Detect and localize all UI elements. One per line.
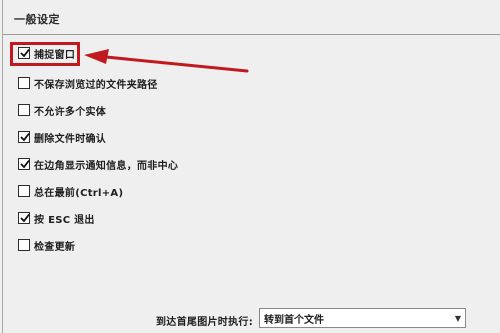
panel-border — [2, 0, 3, 333]
option-corner-notifications[interactable]: 在边角显示通知信息，而非中心 — [18, 157, 179, 172]
option-no-save-folder-path[interactable]: 不保存浏览过的文件夹路径 — [18, 76, 158, 91]
option-single-instance[interactable]: 不允许多个实体 — [18, 103, 107, 118]
end-action-select[interactable]: 转到首个文件 ▼ — [259, 308, 466, 328]
option-label: 在边角显示通知信息，而非中心 — [34, 160, 179, 172]
option-label: 检查更新 — [34, 241, 76, 253]
option-label: 不允许多个实体 — [34, 106, 107, 118]
chevron-down-icon[interactable]: ▼ — [451, 309, 465, 327]
option-label: 总在最前(Ctrl+A) — [34, 187, 124, 199]
checkbox[interactable] — [18, 131, 30, 143]
checkmark-icon — [20, 132, 30, 142]
highlight-box — [10, 42, 80, 66]
option-label: 按 ESC 退出 — [34, 214, 95, 226]
end-action-value: 转到首个文件 — [264, 314, 324, 326]
settings-panel: 一般设定 捕捉窗口 不保存浏览过的文件夹路径 不允许多个实体 删除文件时确认 在… — [0, 0, 500, 333]
option-label: 删除文件时确认 — [34, 133, 107, 145]
option-label: 不保存浏览过的文件夹路径 — [34, 79, 158, 91]
checkbox[interactable] — [18, 158, 30, 170]
option-confirm-delete[interactable]: 删除文件时确认 — [18, 130, 107, 145]
checkmark-icon — [20, 159, 30, 169]
checkbox[interactable] — [18, 239, 30, 251]
section-title: 一般设定 — [14, 13, 60, 26]
checkbox[interactable] — [18, 104, 30, 116]
checkbox[interactable] — [18, 212, 30, 224]
section-divider — [3, 34, 500, 35]
option-always-on-top[interactable]: 总在最前(Ctrl+A) — [18, 184, 124, 199]
checkbox[interactable] — [18, 185, 30, 197]
checkbox[interactable] — [18, 77, 30, 89]
checkmark-icon — [20, 213, 30, 223]
end-action-label: 到达首尾图片时执行: — [156, 317, 253, 328]
option-esc-exit[interactable]: 按 ESC 退出 — [18, 211, 95, 226]
option-check-updates[interactable]: 检查更新 — [18, 238, 76, 253]
